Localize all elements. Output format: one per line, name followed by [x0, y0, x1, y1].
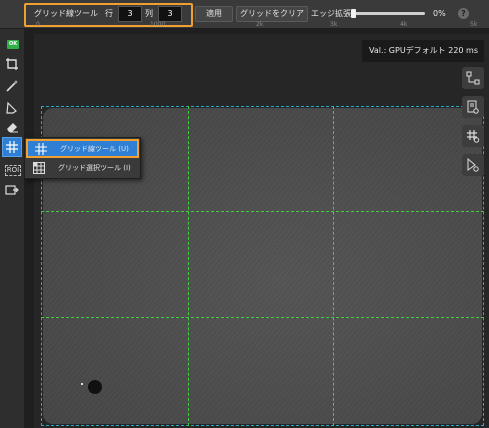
- grid-tool-button[interactable]: [2, 137, 22, 157]
- grid-line-horizontal[interactable]: [41, 211, 484, 212]
- column-count-input[interactable]: 3: [158, 6, 182, 22]
- ruler-tick: 2k: [256, 21, 264, 28]
- magic-wand-tool-button[interactable]: [4, 78, 20, 94]
- brush-tool-button[interactable]: [4, 100, 20, 116]
- column-label: 列: [145, 9, 153, 18]
- value-display: Val.: GPUデフォルト 220 ms: [362, 40, 484, 62]
- ruler-tick: 1000: [150, 21, 166, 28]
- row-count-input[interactable]: 3: [118, 6, 142, 22]
- edge-expand-percent: 0%: [433, 9, 446, 18]
- eraser-icon: [7, 123, 18, 133]
- roi-label: ROI: [4, 164, 22, 176]
- grid-view-button[interactable]: [462, 125, 484, 147]
- grid-tool-flyout: グリッド線ツール (U) グリッド選択ツール (I): [24, 137, 141, 179]
- document-view-button[interactable]: [462, 96, 484, 118]
- grid-select-icon: [32, 161, 46, 175]
- magic-wand-icon: [6, 80, 18, 92]
- row-label: 行: [105, 9, 113, 18]
- grid-hash-icon: [6, 141, 18, 153]
- left-ruler: [24, 29, 34, 428]
- apply-button[interactable]: 適用: [195, 6, 233, 22]
- top-toolbar: グリッド線ツール 行 3 列 3 適用 グリッドをクリア エッジ拡張 0% ?: [0, 0, 489, 29]
- crop-tool-button[interactable]: [4, 56, 20, 72]
- layer-view-button[interactable]: [462, 154, 484, 176]
- grid-line-vertical[interactable]: [188, 106, 189, 426]
- node-graph-view-icon: [466, 71, 480, 85]
- flyout-item-grid-lines[interactable]: グリッド線ツール (U): [26, 139, 139, 158]
- grid-line-horizontal[interactable]: [41, 317, 484, 318]
- eraser-tool-button[interactable]: [4, 119, 20, 135]
- help-icon[interactable]: ?: [458, 8, 469, 19]
- crop-icon: [6, 58, 18, 70]
- flyout-item-grid-select[interactable]: グリッド選択ツール (I): [26, 158, 139, 177]
- edge-expand-label: エッジ拡張: [311, 9, 351, 18]
- grid-lines-icon: [34, 142, 48, 156]
- edge-expand-slider[interactable]: [355, 12, 425, 15]
- flyout-item-label: グリッド線ツール (U): [60, 144, 129, 153]
- grid-settings-group: グリッド線ツール 行 3 列 3: [24, 3, 193, 27]
- flyout-item-label: グリッド選択ツール (I): [58, 163, 131, 172]
- ruler-tick: 5k: [470, 21, 478, 28]
- ruler-tick: 3k: [330, 21, 338, 28]
- grid-tool-label: グリッド線ツール: [34, 9, 98, 18]
- ruler-tick: 0: [36, 21, 40, 28]
- layer-view-icon: [467, 158, 479, 172]
- brush-icon: [6, 101, 17, 114]
- ok-badge: OK: [7, 40, 19, 49]
- grid-line-vertical[interactable]: [333, 106, 334, 426]
- node-graph-view-button[interactable]: [462, 67, 484, 89]
- roi-tool-button[interactable]: ROI: [3, 162, 23, 178]
- export-tool-button[interactable]: [4, 182, 20, 198]
- ruler-tick: 4k: [400, 21, 408, 28]
- export-icon: [5, 185, 19, 195]
- clear-grid-button[interactable]: グリッドをクリア: [236, 6, 308, 22]
- grid-view-icon: [467, 130, 480, 143]
- edge-expand-slider-thumb[interactable]: [351, 9, 356, 18]
- document-view-icon: [467, 100, 479, 114]
